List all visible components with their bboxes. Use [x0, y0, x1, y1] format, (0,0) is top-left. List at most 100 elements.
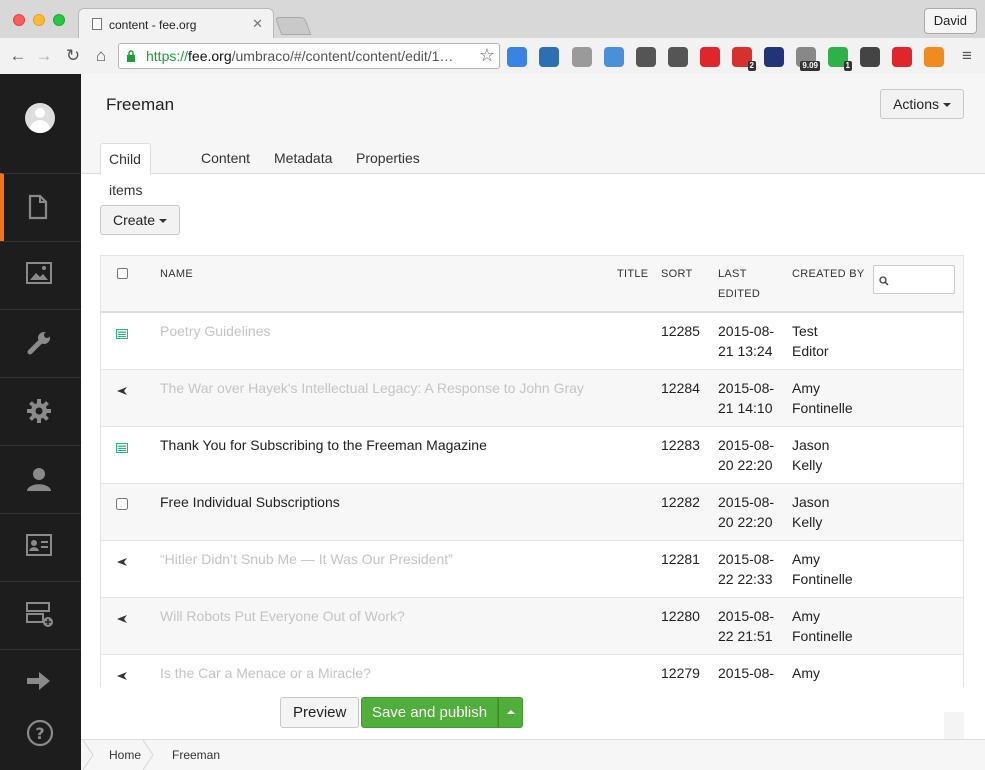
table-row[interactable]: “Hitler Didn’t Snub Me — It Was Our Pres…: [101, 541, 963, 598]
speed-icon[interactable]: 9.09: [796, 47, 820, 71]
plane-icon[interactable]: [116, 611, 128, 629]
svg-text:?: ?: [35, 724, 44, 743]
translate-icon[interactable]: [507, 47, 527, 67]
evernote-icon[interactable]: [668, 47, 688, 67]
close-tab-icon[interactable]: ✕: [252, 16, 263, 32]
column-sort[interactable]: SORT: [661, 264, 693, 284]
plane-icon[interactable]: [116, 668, 128, 686]
help-icon: ?: [26, 719, 54, 747]
column-title[interactable]: TITLE: [617, 264, 648, 284]
snowflake-icon[interactable]: 2: [732, 47, 756, 71]
close-window-button[interactable]: [13, 14, 25, 26]
plane-icon[interactable]: [116, 383, 128, 401]
home-icon[interactable]: ⌂: [89, 44, 113, 68]
folder-icon[interactable]: [604, 47, 624, 67]
filter-search-input[interactable]: [873, 265, 955, 294]
item-name-link[interactable]: Free Individual Subscriptions: [160, 492, 340, 512]
table-row[interactable]: Free Individual Subscriptions 12282 2015-0…: [101, 484, 963, 541]
table-row[interactable]: Is the Car a Menace or a Miracle? 12279 20…: [101, 655, 963, 687]
created-by-value: Jason Kelly: [792, 437, 830, 473]
table-row[interactable]: Will Robots Put Everyone Out of Work? 122…: [101, 598, 963, 655]
browser-tab-title: content - fee.org: [109, 18, 197, 32]
profile-button[interactable]: David: [923, 8, 977, 34]
publish-options-button[interactable]: [498, 697, 523, 728]
plug-icon[interactable]: [636, 47, 656, 67]
tab-strip: content - fee.org ✕ David: [0, 0, 985, 38]
page-icon: [92, 18, 102, 30]
column-created-by[interactable]: CREATED BY: [792, 264, 864, 284]
caret-down-icon: [943, 103, 951, 108]
menu-icon[interactable]: ≡: [955, 44, 979, 68]
item-name-link[interactable]: Is the Car a Menace or a Miracle?: [160, 663, 371, 683]
breadcrumb-current[interactable]: Freeman: [172, 740, 220, 770]
minimize-window-button[interactable]: [33, 14, 45, 26]
address-bar[interactable]: https://fee.org/umbraco/#/content/conten…: [118, 43, 500, 69]
breadcrumb: Home Freeman: [81, 739, 985, 770]
extension-badge: 9.09: [800, 61, 820, 71]
sidebar-item-forms[interactable]: [0, 581, 81, 649]
create-button[interactable]: Create: [100, 205, 181, 235]
wrench-icon: [27, 332, 50, 355]
table-header: NAME TITLE SORT LAST EDITED CREATED BY: [101, 255, 963, 313]
created-by-value: Test Editor: [792, 323, 829, 359]
network-icon[interactable]: [539, 47, 559, 67]
plus-cross-icon[interactable]: [892, 47, 912, 67]
item-name-link[interactable]: Will Robots Put Everyone Out of Work?: [160, 606, 405, 626]
tab-child-items[interactable]: Child items: [100, 143, 152, 198]
breadcrumb-home[interactable]: Home: [109, 740, 141, 770]
table-row[interactable]: Thank You for Subscribing to the Freeman…: [101, 427, 963, 484]
reload-icon[interactable]: ↻: [61, 44, 85, 68]
preview-button[interactable]: Preview: [280, 697, 360, 728]
tab-metadata[interactable]: Metadata: [266, 143, 340, 175]
image-icon: [26, 262, 52, 284]
item-name-link[interactable]: “Hitler Didn’t Snub Me — It Was Our Pres…: [160, 549, 453, 569]
sort-value: 12281: [661, 551, 700, 567]
sidebar-item-help[interactable]: ?: [0, 705, 81, 770]
tab-content[interactable]: Content: [193, 143, 258, 175]
created-by-value: Amy Fontinelle: [792, 551, 853, 587]
user-icon: [27, 468, 51, 491]
plane-icon[interactable]: [116, 554, 128, 572]
caret-up-icon: [507, 710, 515, 714]
adblock-icon[interactable]: [700, 47, 720, 67]
d-icon[interactable]: 1: [828, 47, 852, 71]
flag-icon[interactable]: [764, 47, 784, 67]
column-last-edited[interactable]: LAST EDITED: [718, 264, 760, 304]
save-and-publish-button[interactable]: Save and publish: [361, 697, 498, 728]
back-icon[interactable]: ←: [6, 44, 30, 68]
form-add-icon: [26, 602, 53, 627]
sidebar-item-settings[interactable]: [0, 309, 81, 377]
caret-down-icon: [159, 219, 168, 224]
id-card-icon: [26, 534, 52, 556]
editor-header: Freeman Actions Child items Content Meta…: [81, 74, 985, 198]
forward-icon[interactable]: →: [32, 44, 56, 68]
column-name[interactable]: NAME: [160, 264, 193, 284]
circle-icon[interactable]: [572, 47, 592, 67]
item-name-link[interactable]: The War over Hayek's Intellectual Legacy…: [160, 378, 584, 398]
newspaper-icon[interactable]: [115, 440, 129, 458]
avatar[interactable]: [25, 103, 55, 133]
newspaper-icon[interactable]: [115, 326, 129, 344]
table-row[interactable]: The War over Hayek's Intellectual Legacy…: [101, 370, 963, 427]
sidebar-item-media[interactable]: [0, 241, 81, 309]
sidebar-item-users[interactable]: [0, 445, 81, 513]
checkbox-icon[interactable]: [116, 497, 128, 515]
sidebar-item-members[interactable]: [0, 513, 81, 581]
table-row[interactable]: Poetry Guidelines 12285 2015-08- 21 13:24 Te…: [101, 313, 963, 370]
item-name-link[interactable]: Thank You for Subscribing to the Freeman…: [160, 435, 487, 455]
new-tab-button[interactable]: [274, 17, 312, 35]
sidebar-item-content[interactable]: [0, 173, 81, 241]
page-title: Freeman: [106, 95, 175, 114]
u-icon[interactable]: [924, 47, 944, 67]
extension-badge: 2: [747, 61, 756, 71]
tab-properties[interactable]: Properties: [348, 143, 428, 175]
document-icon: [28, 194, 48, 220]
browser-tab[interactable]: content - fee.org ✕: [78, 8, 274, 38]
item-name-link[interactable]: Poetry Guidelines: [160, 321, 271, 341]
sidebar-item-developer[interactable]: [0, 377, 81, 445]
gear-icon[interactable]: [860, 47, 880, 67]
maximize-window-button[interactable]: [53, 14, 65, 26]
actions-button[interactable]: Actions: [880, 89, 964, 119]
select-all-checkbox[interactable]: [117, 268, 128, 279]
bookmark-star-icon[interactable]: ☆: [479, 45, 495, 66]
